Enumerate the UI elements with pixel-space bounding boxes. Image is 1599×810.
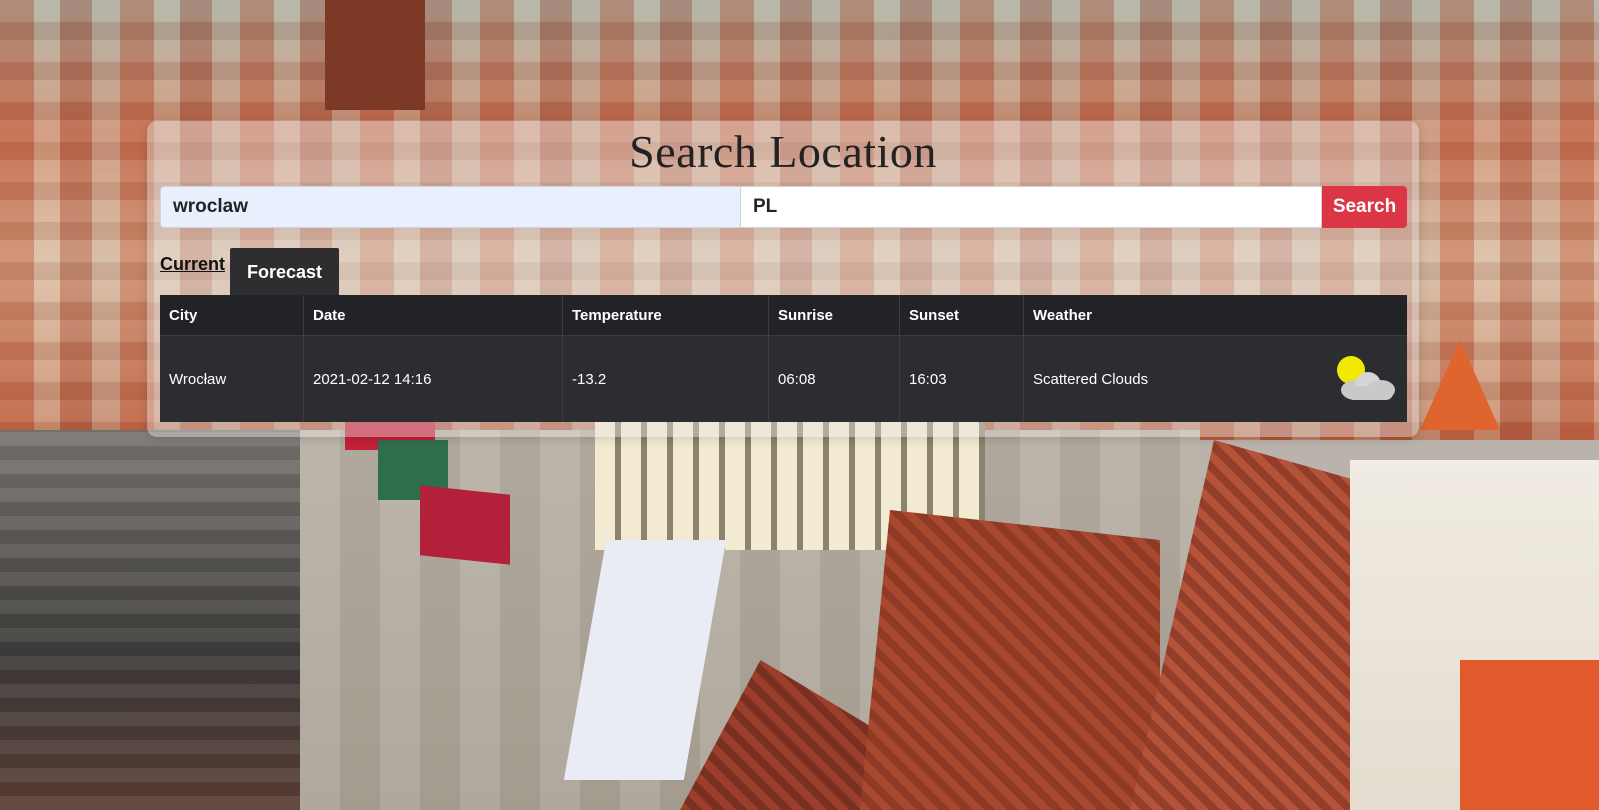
column-header-temperature: Temperature bbox=[563, 295, 769, 335]
weather-description: Scattered Clouds bbox=[1033, 370, 1149, 388]
cell-sunrise: 06:08 bbox=[769, 336, 900, 422]
cell-temperature: -13.2 bbox=[563, 336, 769, 422]
weather-table: City Date Temperature Sunrise Sunset Wea… bbox=[160, 295, 1407, 422]
city-input[interactable] bbox=[160, 186, 741, 228]
tab-forecast[interactable]: Forecast bbox=[230, 248, 339, 296]
column-header-date: Date bbox=[304, 295, 563, 335]
search-panel: Search Location Search Current Forecast … bbox=[147, 121, 1419, 437]
cell-city: Wrocław bbox=[160, 336, 304, 422]
cell-weather: Scattered Clouds bbox=[1024, 336, 1407, 422]
cell-sunset: 16:03 bbox=[900, 336, 1024, 422]
column-header-weather: Weather bbox=[1033, 306, 1092, 324]
column-header-sunrise: Sunrise bbox=[769, 295, 900, 335]
tab-current[interactable]: Current bbox=[160, 254, 225, 275]
table-header-row: City Date Temperature Sunrise Sunset Wea… bbox=[160, 295, 1407, 336]
scattered-clouds-icon bbox=[1335, 356, 1395, 402]
country-input[interactable] bbox=[741, 186, 1322, 228]
column-header-sunset: Sunset bbox=[900, 295, 1024, 335]
page-title: Search Location bbox=[629, 126, 937, 177]
cell-date: 2021-02-12 14:16 bbox=[304, 336, 563, 422]
table-row: Wrocław 2021-02-12 14:16 -13.2 06:08 16:… bbox=[160, 336, 1407, 422]
search-form: Search bbox=[160, 186, 1407, 228]
column-header-city: City bbox=[160, 295, 304, 335]
search-button[interactable]: Search bbox=[1322, 186, 1407, 228]
